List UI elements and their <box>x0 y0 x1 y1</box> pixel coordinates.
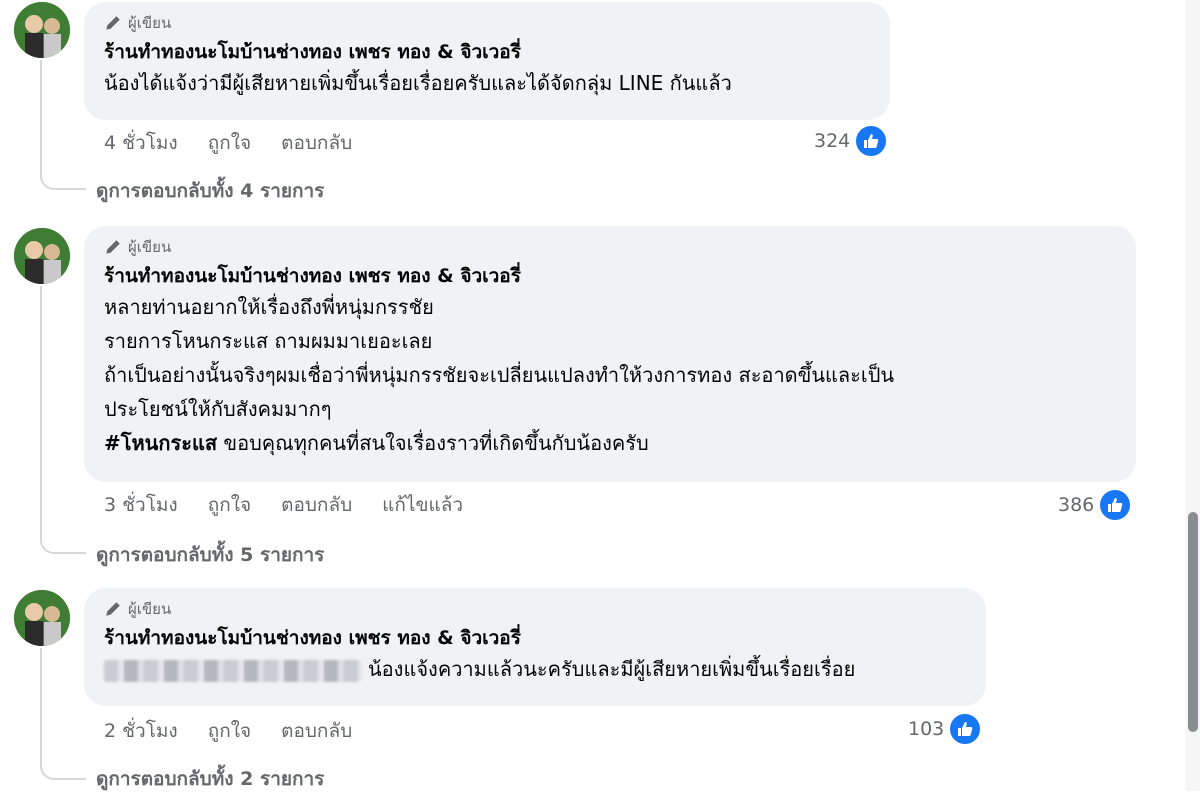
hashtag-link[interactable]: #โหนกระแส <box>104 431 217 455</box>
author-badge: ผู้เขียน <box>104 12 870 34</box>
thread-elbow <box>40 760 86 780</box>
timestamp[interactable]: 3 ชั่วโมง <box>104 490 178 520</box>
like-icon <box>948 712 983 746</box>
thread-line <box>40 60 42 178</box>
reply-button[interactable]: ตอบกลับ <box>281 128 352 158</box>
comment-text: น้องแจ้งความแล้วนะครับและมีผู้เสียหายเพิ… <box>104 652 966 686</box>
reaction-number: 386 <box>1058 494 1095 516</box>
scrollbar-track[interactable] <box>1186 0 1200 791</box>
thread-elbow <box>40 534 86 554</box>
like-icon <box>854 124 889 158</box>
reply-button[interactable]: ตอบกลับ <box>281 490 352 520</box>
pencil-icon <box>106 16 120 30</box>
comment-text-rest: ขอบคุณทุกคนที่สนใจเรื่องราวที่เกิดขึ้นกั… <box>217 431 649 455</box>
comment-text: #โหนกระแส ขอบคุณทุกคนที่สนใจเรื่องราวที่… <box>104 426 1116 460</box>
redacted-mention <box>104 659 362 682</box>
comment-actions: 4 ชั่วโมง ถูกใจ ตอบกลับ <box>104 128 352 158</box>
view-replies-link[interactable]: ดูการตอบกลับทั้ง 2 รายการ <box>96 764 324 794</box>
pencil-icon <box>106 240 120 254</box>
reaction-number: 103 <box>908 718 945 740</box>
reply-button[interactable]: ตอบกลับ <box>281 716 352 746</box>
commenter-name[interactable]: ร้านทำทองนะโมบ้านช่างทอง เพชร ทอง & จิวเ… <box>104 38 870 66</box>
comment-bubble: ผู้เขียน ร้านทำทองนะโมบ้านช่างทอง เพชร ท… <box>84 588 986 706</box>
comment-text: รายการโหนกระแส ถามผมมาเยอะเลย <box>104 329 433 353</box>
like-icon <box>1098 488 1133 522</box>
timestamp[interactable]: 4 ชั่วโมง <box>104 128 178 158</box>
view-replies-link[interactable]: ดูการตอบกลับทั้ง 4 รายการ <box>96 176 324 206</box>
comment-text: ถ้าเป็นอย่างนั้นจริงๆผมเชื่อว่าพี่หนุ่มก… <box>104 363 895 387</box>
like-button[interactable]: ถูกใจ <box>208 716 251 746</box>
commenter-name[interactable]: ร้านทำทองนะโมบ้านช่างทอง เพชร ทอง & จิวเ… <box>104 262 1116 290</box>
author-label: ผู้เขียน <box>128 14 172 32</box>
pencil-icon <box>106 602 120 616</box>
author-label: ผู้เขียน <box>128 600 172 618</box>
timestamp[interactable]: 2 ชั่วโมง <box>104 716 178 746</box>
avatar[interactable] <box>14 228 70 284</box>
scrollbar-thumb[interactable] <box>1188 512 1198 732</box>
comment-text: ประโยชน์ให้กับสังคมมากๆ <box>104 397 332 421</box>
comment-text: หลายท่านอยากให้เรื่องถึงพี่หนุ่มกรรชัย <box>104 295 434 319</box>
comment-bubble: ผู้เขียน ร้านทำทองนะโมบ้านช่างทอง เพชร ท… <box>84 2 890 120</box>
author-label: ผู้เขียน <box>128 238 172 256</box>
like-button[interactable]: ถูกใจ <box>208 128 251 158</box>
avatar[interactable] <box>14 590 70 646</box>
view-replies-link[interactable]: ดูการตอบกลับทั้ง 5 รายการ <box>96 540 324 570</box>
author-badge: ผู้เขียน <box>104 598 966 620</box>
reaction-number: 324 <box>814 130 851 152</box>
avatar[interactable] <box>14 2 70 58</box>
comment-actions: 2 ชั่วโมง ถูกใจ ตอบกลับ <box>104 716 352 746</box>
author-badge: ผู้เขียน <box>104 236 1116 258</box>
thread-elbow <box>40 170 86 190</box>
thread-line <box>40 286 42 540</box>
edited-label[interactable]: แก้ไขแล้ว <box>382 490 463 520</box>
like-button[interactable]: ถูกใจ <box>208 490 251 520</box>
comment-text-body: น้องแจ้งความแล้วนะครับและมีผู้เสียหายเพิ… <box>368 657 856 681</box>
reaction-count[interactable]: 386 <box>1058 488 1133 522</box>
reaction-count[interactable]: 324 <box>814 124 889 158</box>
reaction-count[interactable]: 103 <box>908 712 983 746</box>
thread-line <box>40 648 42 766</box>
comment-actions: 3 ชั่วโมง ถูกใจ ตอบกลับ แก้ไขแล้ว <box>104 490 463 520</box>
comment-text: น้องได้แจ้งว่ามีผู้เสียหายเพิ่มขึ้นเรื่อ… <box>104 71 732 95</box>
commenter-name[interactable]: ร้านทำทองนะโมบ้านช่างทอง เพชร ทอง & จิวเ… <box>104 624 966 652</box>
comment-bubble: ผู้เขียน ร้านทำทองนะโมบ้านช่างทอง เพชร ท… <box>84 226 1136 482</box>
